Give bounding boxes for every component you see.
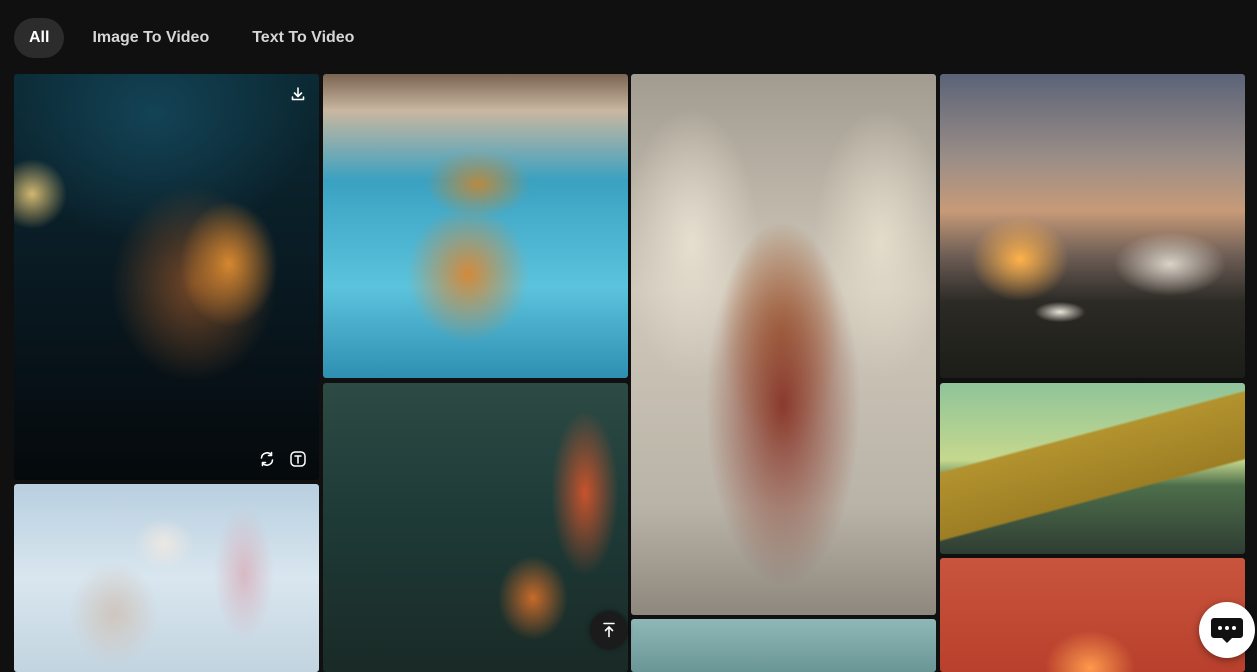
- gallery-item-teal-sky[interactable]: [631, 619, 936, 672]
- gallery-item-red-glow[interactable]: [940, 558, 1245, 672]
- gallery-item-white-hair-dolphin[interactable]: [14, 484, 319, 672]
- chat-support-button[interactable]: [1199, 602, 1255, 658]
- gallery-item-neon-headphones[interactable]: [323, 383, 628, 672]
- tab-text-to-video[interactable]: Text To Video: [237, 18, 369, 58]
- filter-tabs: All Image To Video Text To Video: [14, 18, 382, 58]
- gallery-item-powerline-box[interactable]: [940, 383, 1245, 554]
- arrow-up-to-line-icon: [603, 622, 615, 638]
- regenerate-icon[interactable]: [255, 447, 279, 471]
- chat-bubble-icon: [1211, 618, 1243, 643]
- tab-all[interactable]: All: [14, 18, 65, 58]
- tab-image-to-video[interactable]: Image To Video: [77, 18, 224, 58]
- download-icon[interactable]: [286, 82, 310, 106]
- gallery-item-portrait-glasses[interactable]: [14, 74, 319, 480]
- text-icon[interactable]: [286, 447, 310, 471]
- gallery-item-armored-angel[interactable]: [631, 74, 936, 615]
- gallery-item-burning-house[interactable]: [940, 74, 1245, 378]
- scroll-to-top-button[interactable]: [590, 611, 628, 649]
- gallery-item-cat-cowboy-hat[interactable]: [323, 74, 628, 378]
